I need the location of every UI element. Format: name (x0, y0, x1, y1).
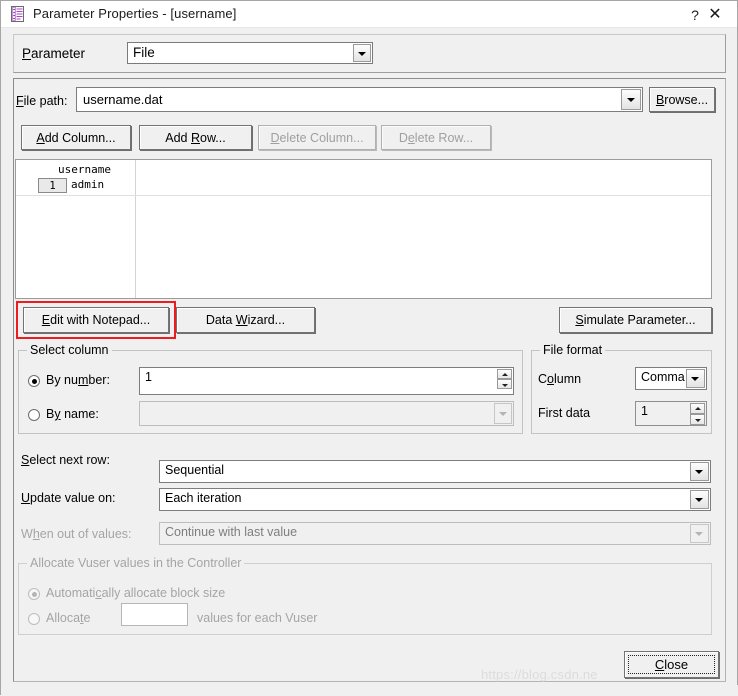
file-path-label: File path: (16, 94, 68, 108)
parameter-type-combobox[interactable]: File (127, 42, 373, 64)
automatic-block-size-label: Automatically allocate block size (46, 586, 226, 600)
browse-button[interactable]: Browse... (649, 87, 715, 112)
by-name-label: By name: (46, 407, 99, 421)
first-data-label: First data (538, 406, 591, 420)
when-out-of-values-label: When out of values: (21, 527, 132, 541)
grid-cell[interactable]: admin (71, 178, 104, 191)
update-value-on-value: Each iteration (165, 491, 242, 505)
grid-row-separator (16, 195, 711, 196)
grid-column-separator (135, 160, 136, 298)
background-ghost-text (5, 685, 12, 694)
add-row-button[interactable]: Add Row... (139, 125, 252, 150)
allocate-suffix-label: values for each Vuser (197, 611, 318, 625)
parameter-data-grid[interactable]: username 1 admin (15, 159, 712, 299)
allocate-count-input (121, 603, 188, 626)
chevron-down-icon[interactable] (690, 462, 709, 481)
parameter-label: Parameter (22, 46, 86, 61)
parameter-file-icon (11, 6, 24, 22)
close-button[interactable]: Close (624, 651, 719, 678)
allocate-radio (28, 613, 40, 625)
update-value-on-label: Update value on: (21, 491, 116, 505)
parameter-type-value: File (133, 45, 155, 60)
stepper-up-icon[interactable] (497, 369, 512, 379)
select-next-row-value: Sequential (165, 463, 225, 477)
chevron-down-icon[interactable] (621, 89, 641, 110)
automatic-block-size-radio (28, 588, 40, 600)
background-strip (1, 685, 738, 696)
close-icon[interactable]: ✕ (702, 4, 728, 26)
grid-row-number[interactable]: 1 (38, 178, 67, 193)
when-out-of-values-combobox: Continue with last value (159, 522, 711, 545)
delete-column-button: Delete Column... (258, 125, 376, 150)
select-next-row-combobox[interactable]: Sequential (159, 460, 711, 483)
select-column-legend: Select column (27, 343, 112, 357)
parameter-properties-dialog: Parameter Properties - [username] ? ✕ Pa… (0, 0, 738, 696)
stepper-down-icon[interactable] (497, 379, 512, 389)
first-data-value: 1 (641, 404, 648, 418)
window-title: Parameter Properties - [username] (33, 6, 237, 21)
select-next-row-label: Select next row: (21, 453, 110, 467)
by-number-input[interactable]: 1 (139, 367, 514, 395)
highlight-rectangle (16, 301, 176, 339)
close-button-label: Close (654, 657, 689, 672)
column-delimiter-label: Column (538, 372, 582, 386)
title-bar: Parameter Properties - [username] ? ✕ (1, 1, 737, 28)
stepper-down-icon[interactable] (690, 414, 705, 425)
column-delimiter-value: Comma (641, 370, 685, 384)
chevron-down-icon[interactable] (353, 44, 371, 62)
column-delimiter-combobox[interactable]: Comma (635, 367, 707, 390)
file-format-legend: File format (540, 343, 606, 357)
first-data-stepper[interactable] (690, 403, 705, 425)
by-number-stepper[interactable] (497, 369, 512, 389)
update-value-on-combobox[interactable]: Each iteration (159, 488, 711, 511)
stepper-up-icon[interactable] (690, 403, 705, 414)
data-wizard-button[interactable]: Data Wizard... (176, 307, 315, 333)
file-path-combobox[interactable]: username.dat (76, 87, 643, 112)
by-name-radio[interactable] (28, 409, 40, 421)
by-name-combobox[interactable] (139, 401, 514, 426)
by-number-value: 1 (145, 370, 152, 384)
chevron-down-icon[interactable] (686, 369, 705, 388)
chevron-down-icon[interactable] (494, 403, 512, 424)
chevron-down-icon[interactable] (690, 490, 709, 509)
file-path-value: username.dat (83, 92, 163, 107)
grid-column-header-username[interactable]: username (58, 163, 111, 176)
when-out-of-values-value: Continue with last value (165, 525, 298, 539)
by-number-radio[interactable] (28, 375, 40, 387)
delete-row-button: Delete Row... (381, 125, 491, 150)
first-data-input[interactable]: 1 (635, 401, 707, 426)
by-number-label: By number: (46, 373, 110, 387)
chevron-down-icon (690, 524, 709, 543)
simulate-parameter-button[interactable]: Simulate Parameter... (559, 307, 712, 333)
watermark-text: https://blog.csdn.ne (481, 667, 598, 682)
add-column-button[interactable]: Add Column... (21, 125, 131, 150)
allocate-group-legend: Allocate Vuser values in the Controller (27, 556, 245, 570)
allocate-label: Allocate (46, 611, 91, 625)
